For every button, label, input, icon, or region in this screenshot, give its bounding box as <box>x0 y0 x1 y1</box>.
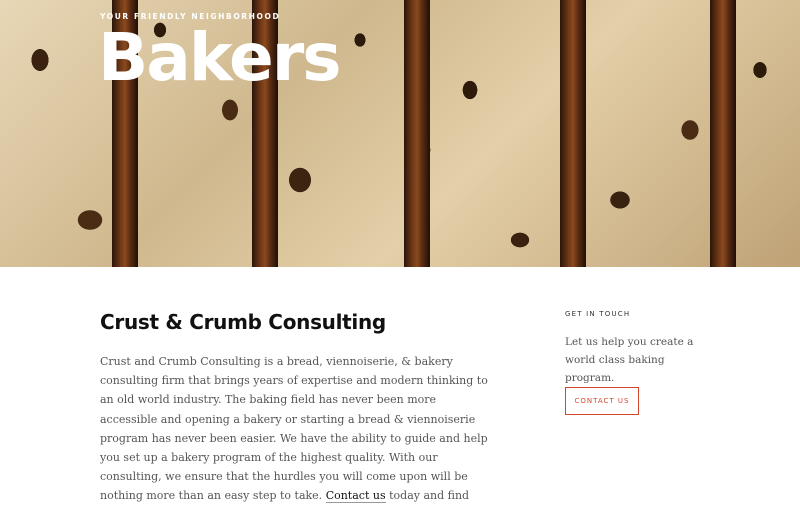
get-in-touch-sidebar: Get in Touch Let us help you create a wo… <box>565 310 725 415</box>
sidebar-heading: Get in Touch <box>565 310 631 318</box>
page-heading: Crust & Crumb Consulting <box>100 310 386 334</box>
hero-banner: Your Friendly Neighborhood Bakers <box>0 0 800 267</box>
main-content: Crust & Crumb Consulting Crust and Crumb… <box>100 308 500 510</box>
site-title[interactable]: Bakers <box>98 18 342 98</box>
contact-us-button[interactable]: Contact Us <box>565 387 639 415</box>
intro-paragraph: Crust and Crumb Consulting is a bread, v… <box>100 352 490 510</box>
bread-crust-stripe <box>560 0 586 267</box>
bread-crust-stripe <box>710 0 736 267</box>
intro-text: Crust and Crumb Consulting is a bread, v… <box>100 355 488 503</box>
bread-crust-stripe <box>404 0 430 267</box>
sidebar-text: Let us help you create a world class bak… <box>565 336 694 384</box>
contact-us-link[interactable]: Contact us <box>325 489 386 504</box>
